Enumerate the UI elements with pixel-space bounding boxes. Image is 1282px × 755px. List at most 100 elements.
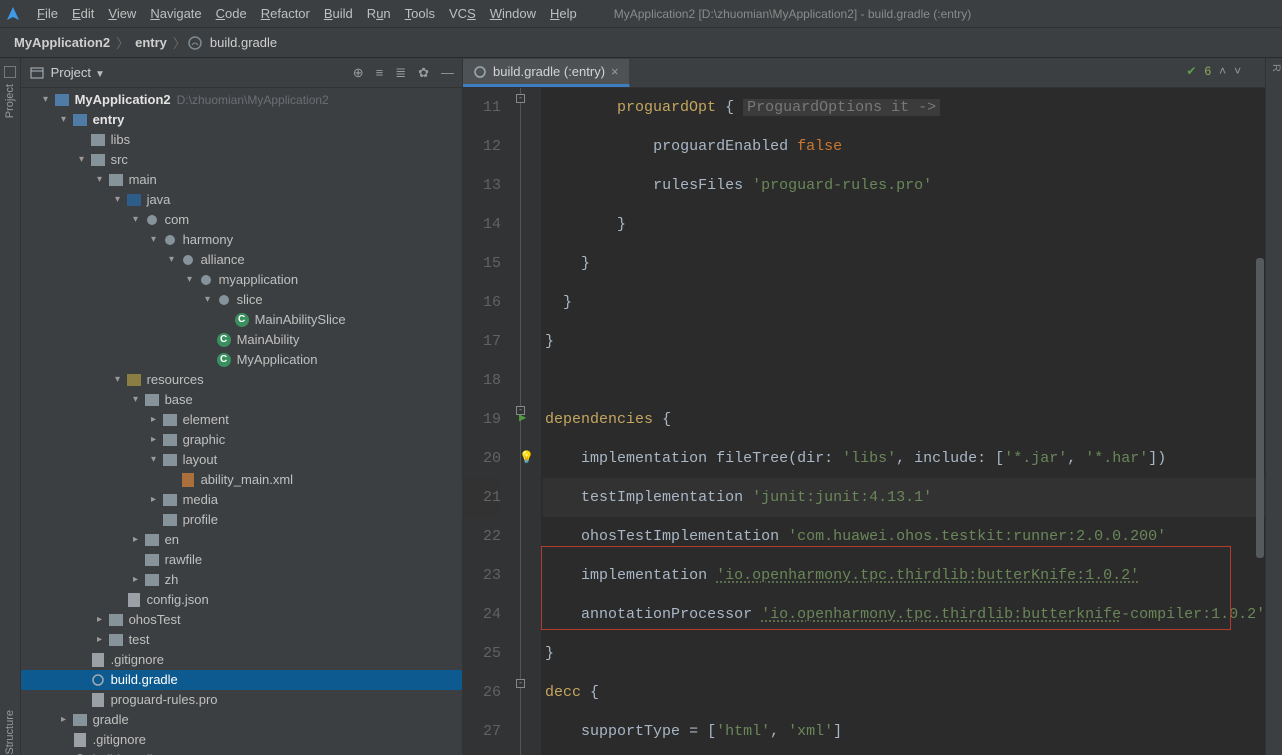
source-folder-icon <box>125 194 143 206</box>
module-icon <box>71 114 89 126</box>
tree-libs[interactable]: libs <box>21 130 462 150</box>
tree-buildgradle-root[interactable]: build.gradle <box>21 750 462 755</box>
tree-gitignore[interactable]: .gitignore <box>21 650 462 670</box>
tree-profile[interactable]: profile <box>21 510 462 530</box>
folder-icon <box>143 574 161 586</box>
collapse-all-icon[interactable]: ≣ <box>395 65 406 81</box>
tree-zh[interactable]: ▸zh <box>21 570 462 590</box>
structure-tool-label[interactable]: Structure <box>4 710 16 755</box>
code-area[interactable]: proguardOpt { ProguardOptions it -> prog… <box>541 88 1265 755</box>
breadcrumb-file[interactable]: build.gradle <box>206 35 281 50</box>
inspections-widget[interactable]: ✔ 6 ˄ ˅ <box>1186 64 1241 78</box>
tree-media[interactable]: ▸media <box>21 490 462 510</box>
project-panel-title[interactable]: Project▼ <box>51 65 353 80</box>
tree-mainability[interactable]: CMainAbility <box>21 330 462 350</box>
tree-resources[interactable]: ▾resources <box>21 370 462 390</box>
tree-proguard[interactable]: proguard-rules.pro <box>21 690 462 710</box>
folder-icon <box>143 534 161 546</box>
expand-all-icon[interactable]: ≡ <box>376 65 384 81</box>
tree-harmony[interactable]: ▾harmony <box>21 230 462 250</box>
tree-rawfile[interactable]: rawfile <box>21 550 462 570</box>
menu-view[interactable]: View <box>101 0 143 28</box>
caret-down-icon[interactable]: ˅ <box>1234 64 1241 78</box>
breadcrumb-root[interactable]: MyApplication2 <box>10 35 114 50</box>
select-opened-file-icon[interactable]: ⊕ <box>353 65 364 81</box>
fold-toggle[interactable]: - <box>516 679 525 688</box>
tree-com[interactable]: ▾com <box>21 210 462 230</box>
tree-mainabilityslice[interactable]: CMainAbilitySlice <box>21 310 462 330</box>
right-tool-label[interactable]: R <box>1266 64 1282 72</box>
tree-entry[interactable]: ▾entry <box>21 110 462 130</box>
inspection-ok-icon: ✔ <box>1186 64 1196 78</box>
tree-base[interactable]: ▾base <box>21 390 462 410</box>
hide-icon[interactable]: — <box>441 65 454 81</box>
menu-window[interactable]: Window <box>483 0 543 28</box>
folder-icon <box>107 614 125 626</box>
resource-folder-icon <box>125 374 143 386</box>
class-icon: C <box>215 353 233 367</box>
project-tree[interactable]: ▾MyApplication2D:\zhuomian\MyApplication… <box>21 88 462 755</box>
breadcrumb-module[interactable]: entry <box>131 35 171 50</box>
tree-test[interactable]: ▸test <box>21 630 462 650</box>
window-title: MyApplication2 [D:\zhuomian\MyApplicatio… <box>614 7 972 21</box>
tree-gradle-folder[interactable]: ▸gradle <box>21 710 462 730</box>
file-icon <box>89 653 107 667</box>
folder-icon <box>161 434 179 446</box>
editor-scrollbar[interactable] <box>1255 88 1265 755</box>
caret-up-icon[interactable]: ˄ <box>1219 64 1226 78</box>
settings-icon[interactable]: ✿ <box>418 65 429 81</box>
left-tool-strip: Project Structure <box>0 58 21 755</box>
menu-tools[interactable]: Tools <box>398 0 442 28</box>
menu-navigate[interactable]: Navigate <box>143 0 208 28</box>
tree-root[interactable]: ▾MyApplication2D:\zhuomian\MyApplication… <box>21 90 462 110</box>
fold-toggle[interactable]: - <box>516 406 525 415</box>
breadcrumb-sep: 〉 <box>116 33 129 52</box>
tree-ohostest[interactable]: ▸ohosTest <box>21 610 462 630</box>
tree-main[interactable]: ▾main <box>21 170 462 190</box>
tree-alliance[interactable]: ▾alliance <box>21 250 462 270</box>
package-icon <box>143 214 161 226</box>
title-bar: File Edit View Navigate Code Refactor Bu… <box>0 0 1282 28</box>
project-panel-header: Project▼ ⊕ ≡ ≣ ✿ — <box>21 58 462 88</box>
tree-config[interactable]: config.json <box>21 590 462 610</box>
tree-gitignore-root[interactable]: .gitignore <box>21 730 462 750</box>
fold-toggle[interactable]: - <box>516 94 525 103</box>
project-view-icon <box>29 65 45 81</box>
project-tool-label[interactable]: Project <box>4 84 16 118</box>
tree-ability-main[interactable]: ability_main.xml <box>21 470 462 490</box>
tree-buildgradle[interactable]: build.gradle <box>21 670 462 690</box>
folder-icon <box>143 554 161 566</box>
tree-graphic[interactable]: ▸graphic <box>21 430 462 450</box>
editor-tab[interactable]: build.gradle (:entry) × <box>463 59 630 87</box>
menu-code[interactable]: Code <box>209 0 254 28</box>
tree-layout[interactable]: ▾layout <box>21 450 462 470</box>
package-icon <box>161 234 179 246</box>
folder-icon <box>107 174 125 186</box>
menu-vcs[interactable]: VCS <box>442 0 483 28</box>
class-icon: C <box>215 333 233 347</box>
menu-build[interactable]: Build <box>317 0 360 28</box>
menu-run[interactable]: Run <box>360 0 398 28</box>
menu-edit[interactable]: Edit <box>65 0 101 28</box>
menu-file[interactable]: File <box>30 0 65 28</box>
editor-tab-bar: build.gradle (:entry) × <box>463 58 1265 88</box>
tree-java[interactable]: ▾java <box>21 190 462 210</box>
tree-myapp-class[interactable]: CMyApplication <box>21 350 462 370</box>
menu-refactor[interactable]: Refactor <box>254 0 317 28</box>
tree-element[interactable]: ▸element <box>21 410 462 430</box>
tree-myapplication[interactable]: ▾myapplication <box>21 270 462 290</box>
tree-en[interactable]: ▸en <box>21 530 462 550</box>
right-tool-strip: R <box>1265 58 1282 755</box>
file-icon <box>89 693 107 707</box>
tree-slice[interactable]: ▾slice <box>21 290 462 310</box>
fold-gutter[interactable]: ▶ 💡 - - - <box>511 88 541 755</box>
menu-help[interactable]: Help <box>543 0 584 28</box>
chevron-down-icon: ▼ <box>95 69 105 80</box>
inspection-count: 6 <box>1204 64 1211 78</box>
close-icon[interactable]: × <box>611 64 619 79</box>
tree-src[interactable]: ▾src <box>21 150 462 170</box>
folder-icon <box>89 134 107 146</box>
intention-bulb-icon[interactable]: 💡 <box>519 450 534 465</box>
editor-body[interactable]: 11 12 13 14 15 16 17 18 19 20 21 22 23 2… <box>463 88 1265 755</box>
project-tool-icon[interactable] <box>4 66 16 78</box>
